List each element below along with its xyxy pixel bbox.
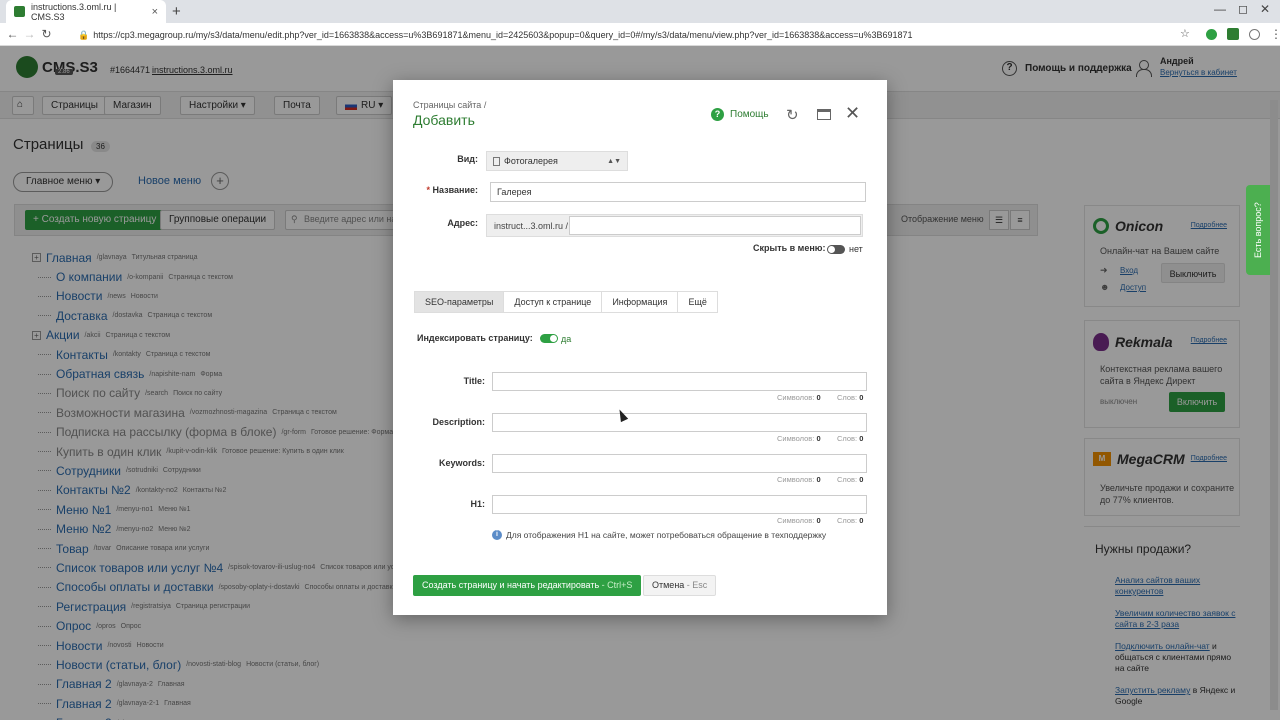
- info-icon: i: [492, 530, 502, 540]
- hide-in-menu-toggle[interactable]: [827, 245, 845, 254]
- name-input[interactable]: Галерея: [490, 182, 866, 202]
- chars-value: 0: [816, 434, 821, 443]
- maximize-icon[interactable]: ◻: [1238, 2, 1248, 16]
- page-type-select[interactable]: Фотогалерея ▲▼: [486, 151, 628, 171]
- index-page-toggle[interactable]: [540, 334, 558, 343]
- keywords-input[interactable]: [492, 454, 867, 473]
- description-label: Description:: [432, 417, 485, 427]
- keywords-words-count: Слов: 0: [837, 475, 863, 484]
- help-button[interactable]: ? Помощь: [711, 108, 769, 121]
- add-page-dialog: Страницы сайта / Добавить ? Помощь ↻ ✕ В…: [393, 80, 887, 615]
- submit-label: Создать страницу и начать редактировать: [422, 580, 600, 590]
- bookmark-star-icon[interactable]: ☆: [1180, 27, 1190, 40]
- reload-icon[interactable]: ↻: [38, 27, 55, 41]
- document-icon: [493, 156, 500, 166]
- name-label-text: Название:: [430, 185, 478, 195]
- view-label: Вид:: [457, 154, 478, 164]
- close-window-icon[interactable]: ✕: [1260, 2, 1270, 16]
- hide-in-menu-value: нет: [849, 244, 863, 254]
- back-icon[interactable]: ←: [4, 27, 21, 41]
- tab-more[interactable]: Ещё: [678, 292, 716, 312]
- address-input[interactable]: [569, 216, 861, 235]
- chars-value: 0: [816, 475, 821, 484]
- chars-label: Символов:: [777, 434, 815, 443]
- info-text: Для отображения H1 на сайте, может потре…: [506, 530, 827, 540]
- select-arrows-icon: ▲▼: [607, 157, 621, 165]
- cancel-label: Отмена: [652, 580, 685, 590]
- keywords-chars-count: Символов: 0: [777, 475, 821, 484]
- extensions: ⋮: [1206, 27, 1280, 41]
- close-icon[interactable]: ✕: [845, 103, 860, 124]
- keywords-label: Keywords:: [438, 458, 485, 468]
- create-and-edit-button[interactable]: Создать страницу и начать редактировать …: [413, 575, 642, 596]
- browser-tab[interactable]: instructions.3.oml.ru | CMS.S3 ×: [6, 0, 166, 23]
- close-tab-icon[interactable]: ×: [152, 6, 158, 18]
- address-prefix: instruct...3.oml.ru /: [494, 221, 569, 231]
- feedback-tab[interactable]: Есть вопрос?: [1246, 185, 1270, 275]
- extension-green-icon[interactable]: [1227, 28, 1239, 40]
- maximize-dialog-icon[interactable]: [817, 109, 831, 120]
- chars-value: 0: [816, 393, 821, 402]
- help-icon: ?: [711, 108, 724, 121]
- breadcrumb[interactable]: Страницы сайта /: [413, 100, 486, 110]
- h1-input[interactable]: [492, 495, 867, 514]
- index-page-label: Индексировать страницу:: [417, 333, 533, 343]
- extension-shield-icon[interactable]: [1206, 28, 1217, 40]
- words-value: 0: [859, 393, 864, 402]
- favicon-icon: [14, 6, 25, 17]
- h1-words-count: Слов: 0: [837, 516, 863, 525]
- new-tab-button[interactable]: +: [172, 3, 181, 20]
- url-text: https://cp3.megagroup.ru/my/s3/data/menu…: [93, 30, 913, 40]
- title-input[interactable]: [492, 372, 867, 391]
- chars-label: Символов:: [777, 393, 815, 402]
- words-value: 0: [859, 434, 864, 443]
- dialog-tabs: SEO-параметры Доступ к странице Информац…: [414, 291, 718, 313]
- chars-label: Символов:: [777, 516, 815, 525]
- cancel-shortcut: - Esc: [684, 580, 708, 590]
- words-label: Слов:: [837, 516, 858, 525]
- account-icon[interactable]: [1249, 28, 1260, 40]
- description-chars-count: Символов: 0: [777, 434, 821, 443]
- dialog-title: Добавить: [413, 112, 475, 128]
- page-type-value: Фотогалерея: [504, 156, 558, 166]
- chars-value: 0: [816, 516, 821, 525]
- submit-shortcut: - Ctrl+S: [599, 580, 633, 590]
- title-label: Title:: [463, 376, 485, 386]
- help-label: Помощь: [730, 109, 769, 120]
- h1-label: H1:: [470, 499, 485, 509]
- tab-title: instructions.3.oml.ru | CMS.S3: [31, 1, 117, 22]
- words-label: Слов:: [837, 434, 858, 443]
- name-label: * Название:: [413, 185, 479, 195]
- address-label: Адрес:: [447, 218, 478, 228]
- index-page-value: да: [561, 334, 572, 344]
- h1-info-note: i Для отображения H1 на сайте, может пот…: [492, 530, 826, 540]
- refresh-icon[interactable]: ↻: [786, 106, 799, 124]
- url-field[interactable]: 🔒 https://cp3.megagroup.ru/my/s3/data/me…: [78, 27, 1196, 43]
- cancel-button[interactable]: Отмена - Esc: [643, 575, 717, 596]
- title-chars-count: Символов: 0: [777, 393, 821, 402]
- h1-chars-count: Символов: 0: [777, 516, 821, 525]
- description-input[interactable]: [492, 413, 867, 432]
- words-value: 0: [859, 516, 864, 525]
- words-label: Слов:: [837, 475, 858, 484]
- title-words-count: Слов: 0: [837, 393, 863, 402]
- address-field: instruct...3.oml.ru /: [486, 214, 863, 237]
- address-bar: ← → ↻ 🔒 https://cp3.megagroup.ru/my/s3/d…: [0, 23, 1280, 46]
- minimize-icon[interactable]: —: [1214, 2, 1226, 16]
- browser-menu-icon[interactable]: ⋮: [1270, 27, 1280, 41]
- tab-info[interactable]: Информация: [602, 292, 679, 312]
- tab-seo[interactable]: SEO-параметры: [415, 292, 505, 312]
- forward-icon[interactable]: →: [21, 27, 38, 41]
- tab-access[interactable]: Доступ к странице: [504, 292, 603, 312]
- window-controls: — ◻ ✕: [1214, 2, 1270, 16]
- browser-tabbar: instructions.3.oml.ru | CMS.S3 × + — ◻ ✕: [0, 0, 1280, 23]
- chars-label: Символов:: [777, 475, 815, 484]
- lock-icon: 🔒: [78, 29, 90, 40]
- description-words-count: Слов: 0: [837, 434, 863, 443]
- words-label: Слов:: [837, 393, 858, 402]
- words-value: 0: [859, 475, 864, 484]
- hide-in-menu-label: Скрыть в меню:: [753, 243, 826, 253]
